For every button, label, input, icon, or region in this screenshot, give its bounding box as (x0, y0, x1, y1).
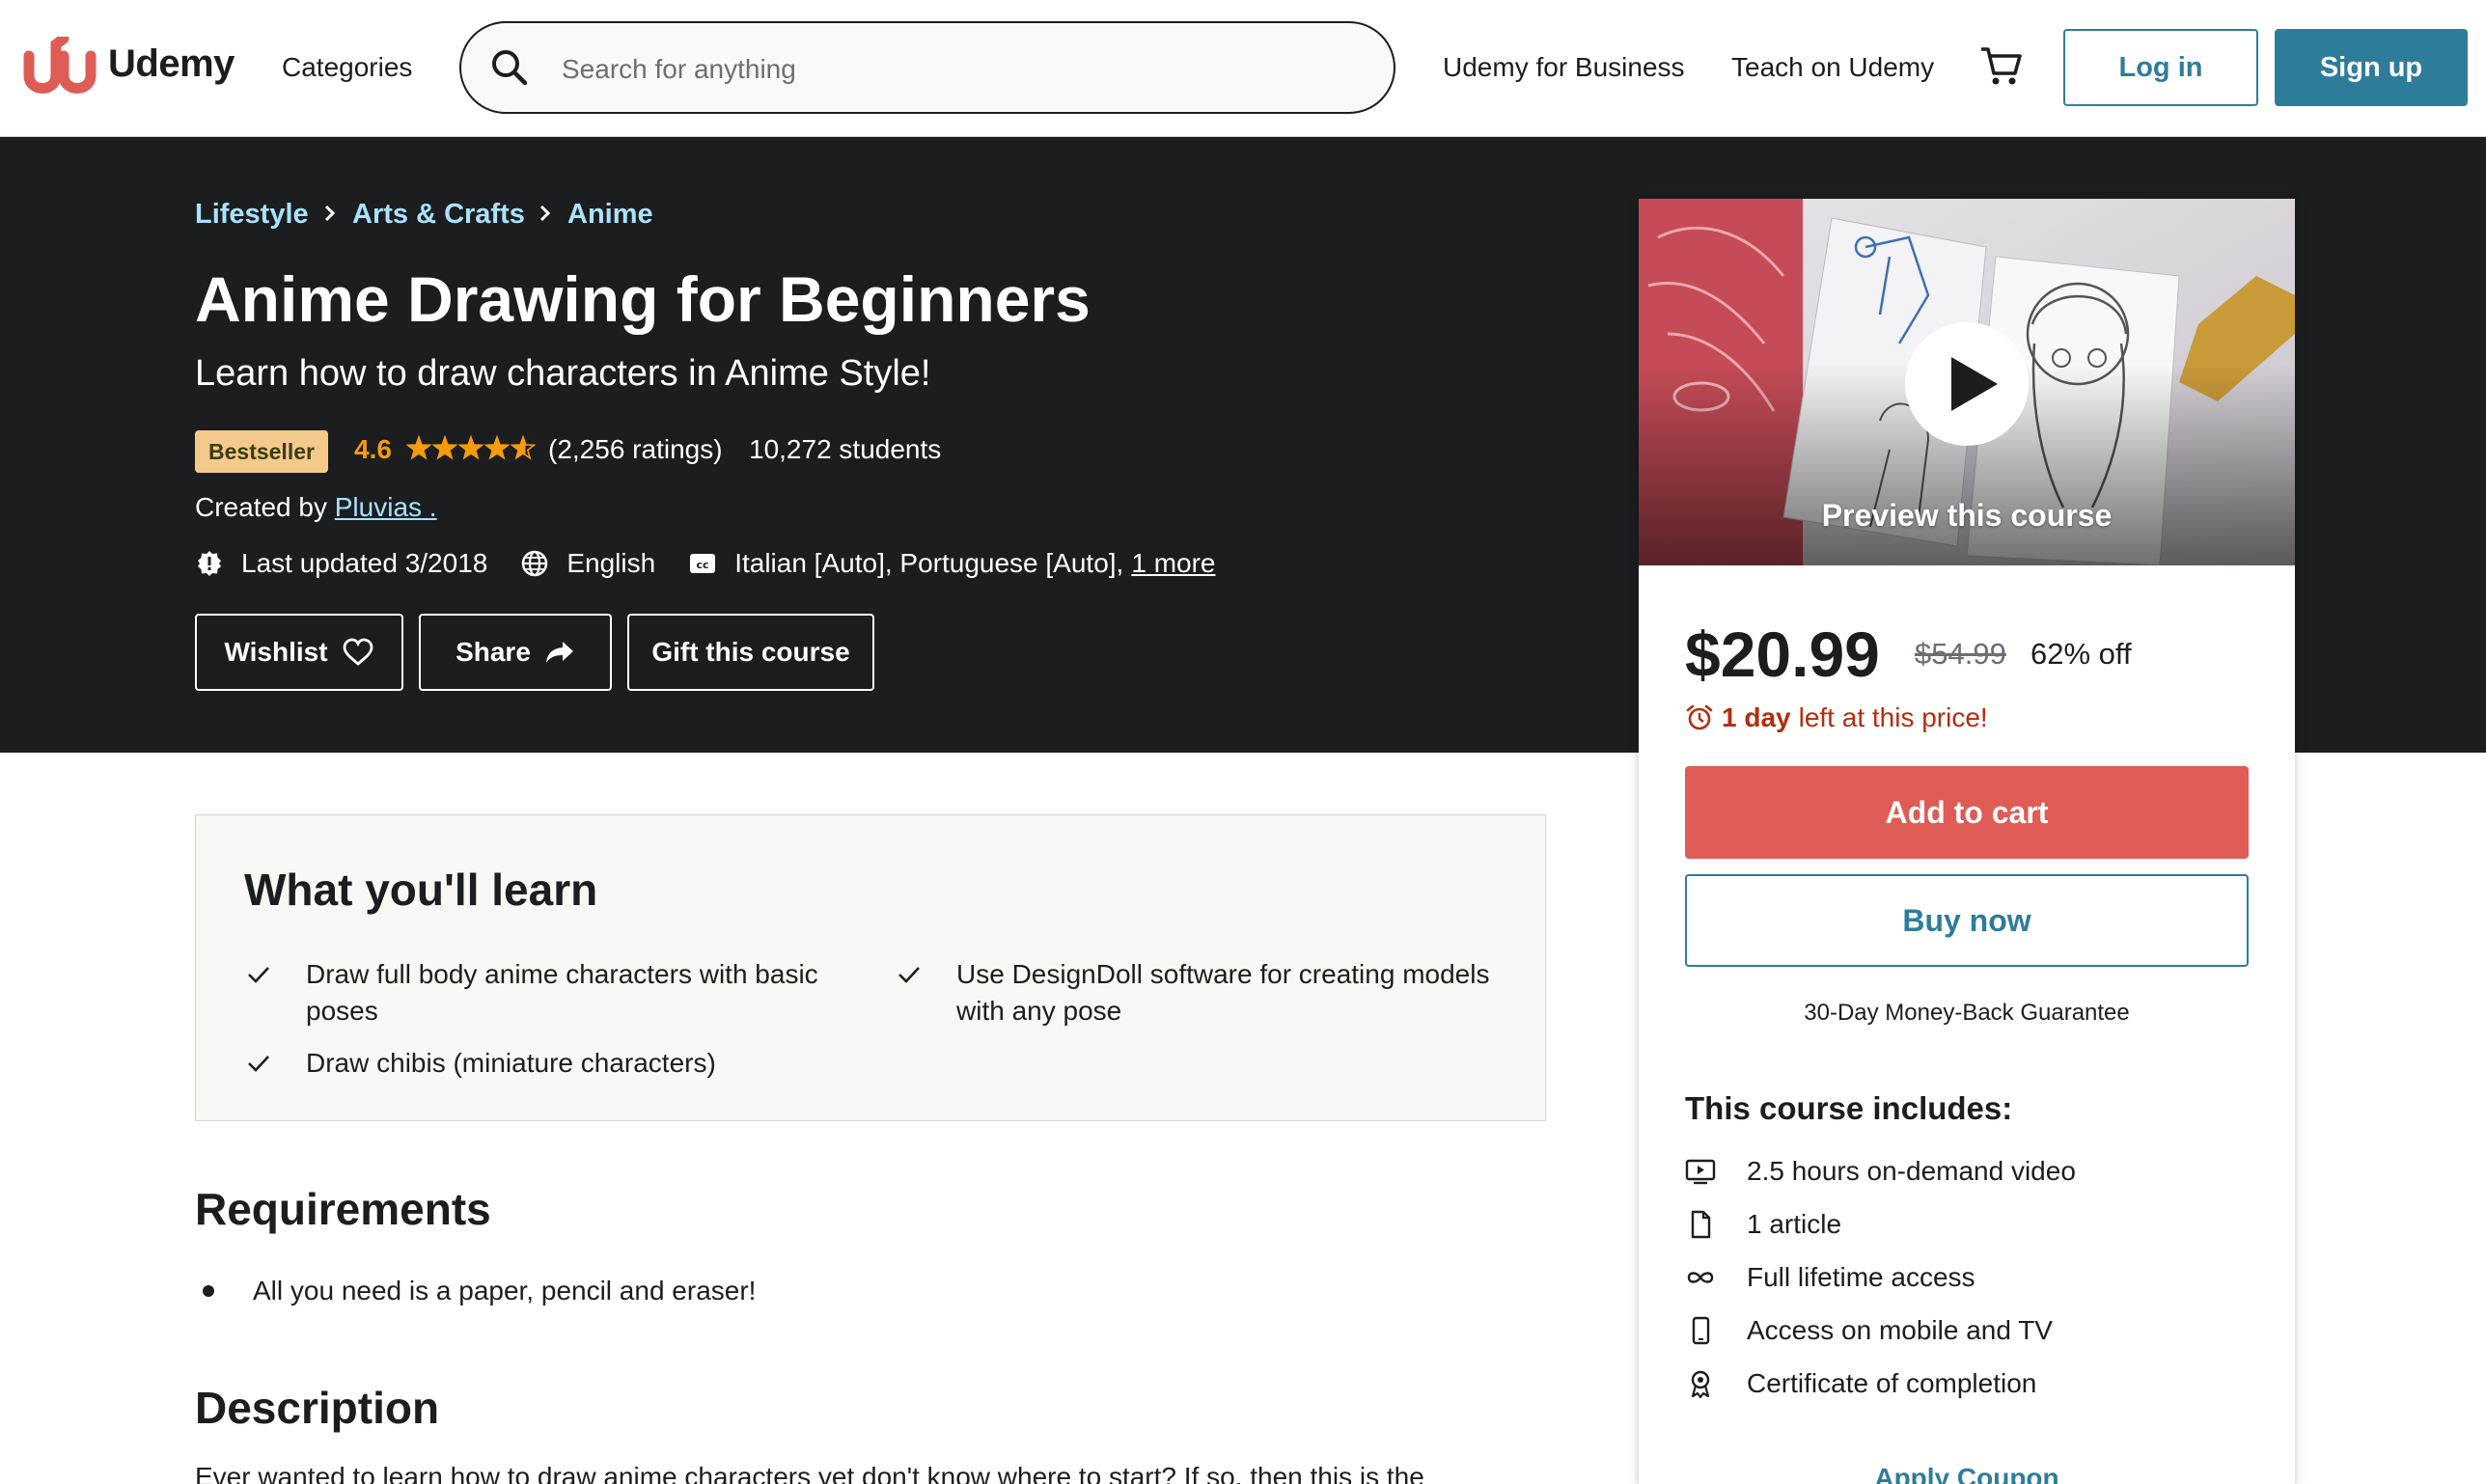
language: English (566, 548, 656, 578)
udemy-logo-icon[interactable] (21, 37, 98, 100)
current-price: $20.99 (1685, 618, 1880, 690)
course-subtitle: Learn how to draw characters in Anime St… (195, 353, 931, 394)
share-label: Share (456, 637, 531, 667)
star-icon (483, 434, 511, 460)
money-back-guarantee: 30-Day Money-Back Guarantee (1804, 1000, 2130, 1026)
include-item-certificate: Certificate of completion (1685, 1364, 2036, 1403)
requirement-item: All you need is a paper, pencil and eras… (195, 1276, 756, 1306)
sale-timer: 1 day left at this price! (1685, 702, 1988, 733)
preview-course-label[interactable]: Preview this course (1639, 498, 2295, 534)
include-item-video: 2.5 hours on-demand video (1685, 1152, 2076, 1191)
video-icon (1685, 1159, 1716, 1185)
rating-stars (405, 434, 537, 460)
udemy-logo-text[interactable]: Udemy (108, 42, 235, 86)
wishlist-button[interactable]: Wishlist (195, 614, 403, 691)
course-title: Anime Drawing for Beginners (195, 263, 1091, 335)
checkmark-icon (248, 1056, 269, 1072)
captions-more-link[interactable]: 1 more (1131, 548, 1215, 579)
created-by: Created by Pluvias . (195, 492, 437, 523)
include-item-article: 1 article (1685, 1205, 1841, 1244)
infinity-icon (1687, 1272, 1714, 1283)
ratings-count-link[interactable]: (2,256 ratings) (548, 434, 723, 465)
signup-button[interactable]: Sign up (2275, 29, 2468, 106)
play-button[interactable] (1905, 322, 2029, 446)
purchase-card: Preview this course $20.99 $54.99 62% of… (1639, 199, 2295, 1484)
original-price: $54.99 (1915, 637, 2006, 671)
mobile-icon (1692, 1316, 1710, 1345)
teach-on-udemy-link[interactable]: Teach on Udemy (1731, 52, 1934, 83)
learn-item-text: Draw full body anime characters with bas… (306, 959, 818, 1026)
what-you-learn-title: What you'll learn (244, 865, 598, 915)
share-button[interactable]: Share (419, 614, 612, 691)
requirement-text: All you need is a paper, pencil and eras… (253, 1276, 757, 1305)
udemy-for-business-link[interactable]: Udemy for Business (1443, 52, 1685, 83)
breadcrumb-lifestyle[interactable]: Lifestyle (195, 199, 309, 231)
search-input[interactable] (562, 48, 1353, 91)
breadcrumb-arts-crafts[interactable]: Arts & Crafts (352, 199, 525, 231)
discount-percent: 62% off (2030, 637, 2132, 671)
include-text: 2.5 hours on-demand video (1747, 1156, 2076, 1186)
what-you-learn-box: What you'll learn Draw full body anime c… (195, 814, 1546, 1121)
instructor-link[interactable]: Pluvias . (335, 492, 437, 522)
certificate-icon (1691, 1370, 1710, 1399)
includes-title: This course includes: (1685, 1090, 2013, 1126)
learn-item: Use DesignDoll software for creating mod… (895, 956, 1512, 1030)
checkmark-icon (248, 967, 269, 983)
closed-captions-icon: cc (690, 554, 716, 573)
play-icon (1951, 357, 1998, 411)
include-text: Certificate of completion (1747, 1368, 2037, 1398)
alert-badge-icon (198, 551, 221, 576)
shopping-cart-icon[interactable] (1978, 44, 2023, 89)
checkmark-icon (898, 967, 920, 983)
apply-coupon-link[interactable]: Apply Coupon (1639, 1463, 2295, 1484)
top-header: Udemy Categories Udemy for Business Teac… (0, 0, 2486, 137)
wishlist-label: Wishlist (224, 637, 328, 667)
search-icon[interactable] (488, 46, 531, 89)
bestseller-badge: Bestseller (195, 430, 328, 473)
captions-languages: Italian [Auto], Portuguese [Auto], (734, 548, 1124, 578)
include-text: Access on mobile and TV (1747, 1315, 2053, 1345)
created-by-label: Created by (195, 492, 327, 522)
chevron-right-icon (539, 205, 551, 222)
include-item-mobile: Access on mobile and TV (1685, 1311, 2053, 1350)
star-icon (431, 434, 458, 460)
learn-item-text: Draw chibis (miniature characters) (306, 1048, 716, 1078)
search-bar (459, 21, 1395, 114)
gift-course-button[interactable]: Gift this course (627, 614, 874, 691)
timer-text: left at this price! (1798, 702, 1988, 732)
include-text: Full lifetime access (1747, 1262, 1975, 1292)
learn-item: Draw full body anime characters with bas… (244, 956, 862, 1030)
description-title: Description (195, 1383, 440, 1433)
include-text: 1 article (1747, 1209, 1842, 1239)
bullet-icon (203, 1285, 214, 1297)
star-icon (405, 434, 432, 460)
course-preview[interactable]: Preview this course (1639, 199, 2295, 565)
add-to-cart-button[interactable]: Add to cart (1685, 766, 2249, 859)
globe-icon (522, 550, 548, 577)
share-arrow-icon (545, 642, 573, 663)
buy-now-button[interactable]: Buy now (1685, 874, 2249, 967)
course-meta-row: Last updated 3/2018 English cc Italian [… (195, 546, 1216, 581)
rating-value: 4.6 (354, 434, 392, 464)
students-count: 10,272 students (749, 434, 942, 464)
heart-icon (343, 638, 373, 666)
last-updated: Last updated 3/2018 (241, 548, 488, 578)
chevron-right-icon (324, 205, 336, 222)
learn-item-text: Use DesignDoll software for creating mod… (956, 959, 1490, 1026)
article-icon (1691, 1210, 1711, 1239)
categories-link[interactable]: Categories (282, 52, 412, 83)
include-item-lifetime: Full lifetime access (1685, 1258, 1975, 1297)
learn-item: Draw chibis (miniature characters) (244, 1045, 862, 1082)
login-button[interactable]: Log in (2063, 29, 2258, 106)
description-text: Ever wanted to learn how to draw anime c… (195, 1467, 1424, 1484)
description-text-clip: Ever wanted to learn how to draw anime c… (195, 1467, 1546, 1484)
breadcrumb-anime[interactable]: Anime (567, 199, 653, 231)
svg-text:cc: cc (697, 559, 709, 571)
timer-days: 1 day (1722, 702, 1791, 732)
star-icon (457, 434, 484, 460)
requirements-title: Requirements (195, 1184, 491, 1234)
alarm-clock-icon (1686, 704, 1713, 730)
star-icon (510, 434, 537, 460)
